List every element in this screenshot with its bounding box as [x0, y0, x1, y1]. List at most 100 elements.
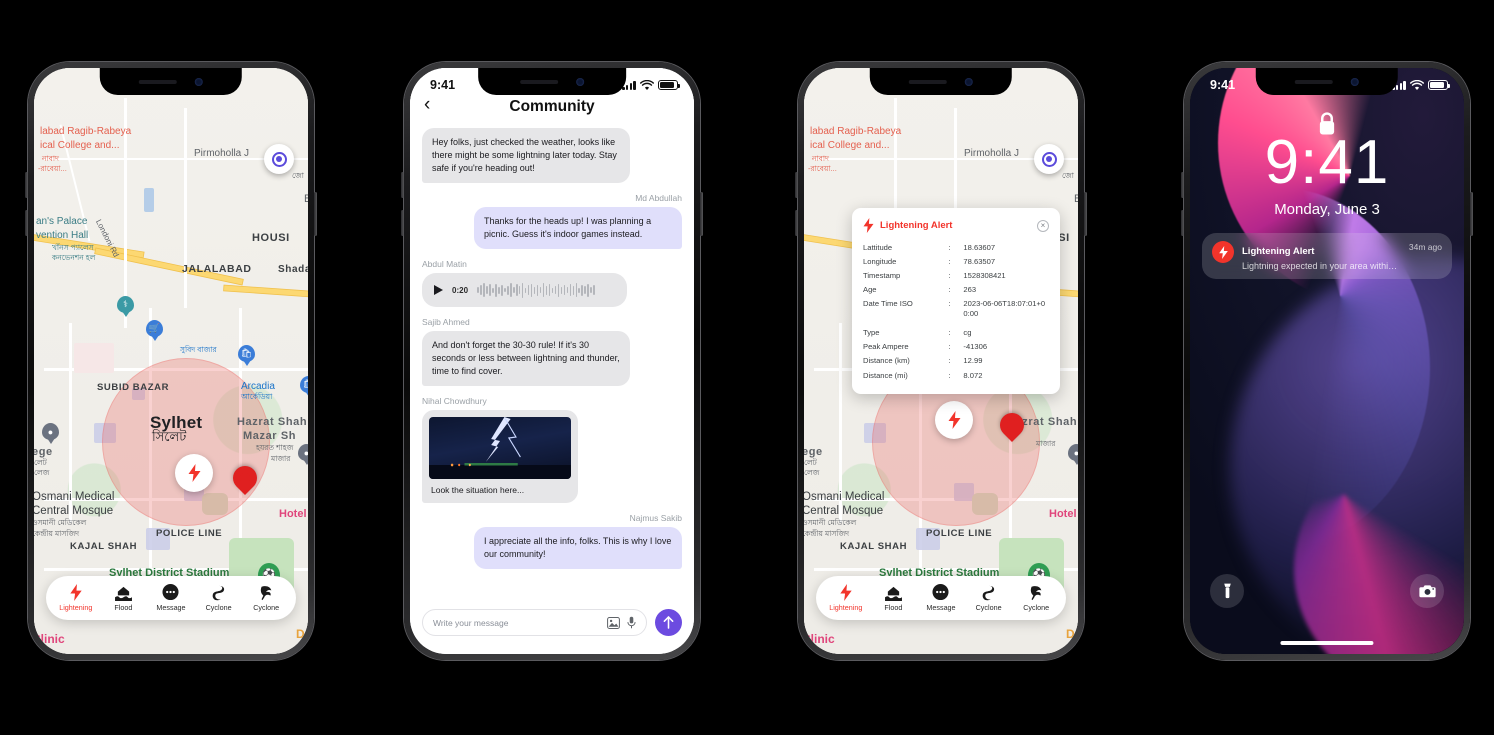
map-label: Osmani Medical [34, 491, 115, 503]
volume-down-button[interactable] [1181, 210, 1184, 236]
front-camera [1351, 77, 1359, 86]
nav-item-flood[interactable]: Flood [871, 584, 916, 612]
alert-screen: labad Ragib-Rabeya ical College and... ন… [804, 68, 1078, 654]
map-label: লেজ [804, 468, 820, 477]
status-indicators [622, 79, 681, 91]
nav-item-lightening[interactable]: Lightening [823, 584, 868, 612]
chat-message: Sajib Ahmed And don't forget the 30-30 r… [422, 317, 682, 387]
message-sender: Abdul Matin [422, 259, 467, 270]
map-label: Mazar Sh [243, 430, 297, 442]
waveform-icon [477, 282, 615, 298]
nav-item-cyclone-tree[interactable]: Cyclone [1014, 584, 1059, 612]
alert-key: Peak Ampere [863, 342, 909, 352]
chat-container: ‹ Community Hey folks, just checked the … [410, 68, 694, 654]
power-button[interactable] [1470, 192, 1473, 236]
phone-lockscreen: 9:41 9:41 Monday, June 3 Lightening Aler… [1181, 62, 1473, 660]
close-icon[interactable]: × [1037, 219, 1049, 232]
home-indicator[interactable] [1280, 641, 1374, 645]
lightning-strike-marker[interactable] [935, 401, 973, 439]
alert-value: 18.63607 [963, 242, 996, 252]
map-label: Pirmoholla J [194, 148, 250, 159]
nav-item-message[interactable]: Message [918, 584, 963, 612]
map-poi-store[interactable]: 🛍 [238, 345, 255, 367]
map-label: HOUSI [252, 232, 290, 244]
message-sender: Nihal Chowdhury [422, 396, 487, 407]
earpiece-speaker [909, 79, 947, 84]
lightning-strike-marker[interactable] [175, 454, 213, 492]
map-label: Clinic [34, 632, 65, 646]
status-time: 9:41 [430, 78, 456, 92]
map-label: Bi [1074, 193, 1078, 205]
map-label: Hotel [1049, 508, 1077, 520]
alert-key: Age [863, 284, 877, 294]
map-label: vention Hall [36, 230, 89, 241]
nav-label: Cyclone [1023, 603, 1050, 612]
send-button[interactable] [655, 609, 682, 636]
voice-message-bubble[interactable]: 0:20 [422, 273, 628, 308]
map-label: ওসমানী মেডিকেল [34, 518, 87, 527]
image-message-bubble[interactable]: Look the situation here... [422, 410, 578, 504]
table-row: Longitude : 78.63507 [863, 255, 1049, 269]
page-title: Community [509, 98, 595, 115]
alert-colon: : [948, 328, 951, 338]
notification-text: Lightning expected in your area within t… [1242, 261, 1401, 271]
map-canvas[interactable]: labad Ragib-Rabeya ical College and... ন… [34, 68, 308, 654]
nav-label: Flood [114, 603, 133, 612]
volume-up-button[interactable] [795, 172, 798, 198]
notification-banner[interactable]: Lightening Alert Lightning expected in y… [1202, 233, 1452, 279]
map-label: labad Ragib-Rabeya [810, 126, 902, 137]
chat-message-list[interactable]: Hey folks, just checked the weather, loo… [410, 122, 694, 603]
map-label-city-bn: সিলেট [152, 429, 187, 444]
camera-button[interactable] [1410, 574, 1444, 608]
lightning-bolt-icon [1212, 241, 1234, 263]
alert-value: 2023-06-06T18:07:01+00:00 [963, 299, 1046, 319]
volume-down-button[interactable] [795, 210, 798, 236]
nav-item-cyclone[interactable]: Cyclone [196, 584, 241, 612]
volume-up-button[interactable] [25, 172, 28, 198]
volume-up-button[interactable] [1181, 172, 1184, 198]
map-poi-store[interactable]: 🛍 [300, 376, 308, 398]
alert-value: 1528308421 [963, 270, 1006, 280]
map-poi-hospital[interactable]: ⚕ [117, 296, 134, 318]
map-poi-generic[interactable]: ● [1068, 444, 1078, 466]
front-camera [965, 77, 973, 86]
lockscreen-content[interactable]: 9:41 9:41 Monday, June 3 Lightening Aler… [1190, 68, 1464, 654]
bottom-navigation-bar[interactable]: Lightening Flood Message Cyclone Cyclone [46, 576, 296, 620]
alert-colon: : [948, 242, 951, 252]
bottom-navigation-bar[interactable]: Lightening Flood Message Cyclone Cyclone [816, 576, 1066, 620]
map-label: ege [804, 446, 823, 458]
chat-message: Md Abdullah Thanks for the heads up! I w… [422, 193, 682, 250]
notification-timestamp: 34m ago [1408, 242, 1442, 252]
map-poi-generic[interactable]: ● [42, 423, 59, 445]
alert-key: Distance (km) [863, 356, 910, 366]
volume-up-button[interactable] [401, 172, 404, 198]
message-bubble: Thanks for the heads up! I was planning … [474, 207, 682, 250]
screenshot-stage: labad Ragib-Rabeya ical College and... ন… [0, 0, 1494, 735]
my-location-button[interactable] [264, 144, 294, 174]
message-input-placeholder[interactable]: Write your message [433, 618, 600, 628]
nav-label: Message [926, 603, 956, 612]
power-button[interactable] [1084, 192, 1087, 236]
map-label: লেট [34, 458, 47, 467]
nav-item-lightening[interactable]: Lightening [53, 584, 98, 612]
power-button[interactable] [700, 192, 703, 236]
map-label: ege [34, 446, 53, 458]
nav-label: Lightening [829, 603, 863, 612]
nav-item-message[interactable]: Message [148, 584, 193, 612]
my-location-button[interactable] [1034, 144, 1064, 174]
volume-down-button[interactable] [25, 210, 28, 236]
power-button[interactable] [314, 192, 317, 236]
flashlight-button[interactable] [1210, 574, 1244, 608]
phone-alert: labad Ragib-Rabeya ical College and... ন… [795, 62, 1087, 660]
nav-item-flood[interactable]: Flood [101, 584, 146, 612]
microphone-icon [627, 616, 636, 629]
volume-down-button[interactable] [401, 210, 404, 236]
nav-item-cyclone-tree[interactable]: Cyclone [244, 584, 289, 612]
cyclone-tree-icon [1028, 584, 1044, 601]
nav-item-cyclone[interactable]: Cyclone [966, 584, 1011, 612]
nav-label: Cyclone [975, 603, 1002, 612]
map-poi-shopping[interactable]: 🛒 [146, 320, 163, 342]
map-poi-generic[interactable]: ● [298, 444, 308, 466]
map-label: জাে [292, 171, 304, 180]
message-input-wrapper[interactable]: Write your message [422, 609, 647, 636]
